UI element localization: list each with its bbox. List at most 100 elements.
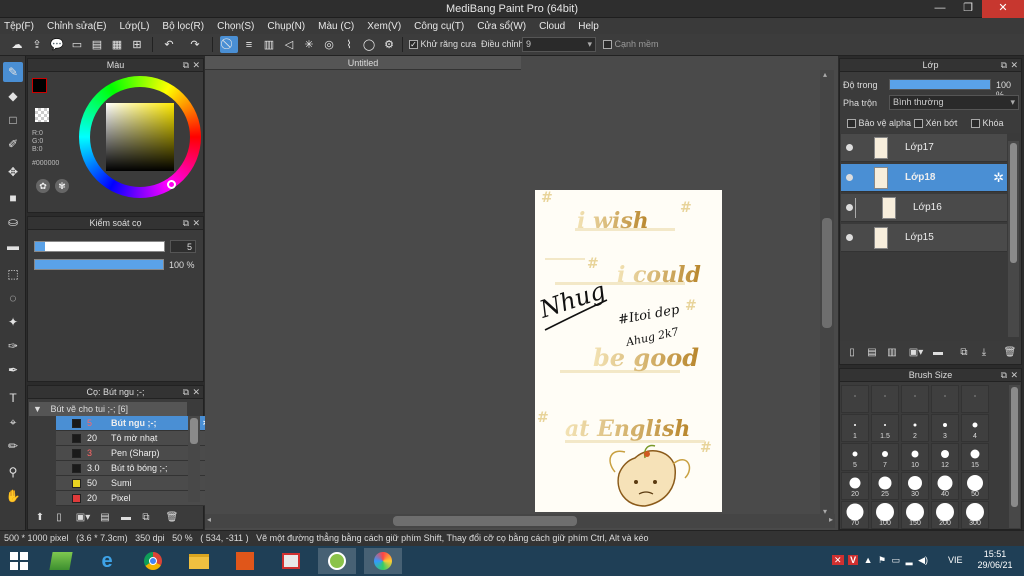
brush-size-cell[interactable]: 20 (841, 472, 869, 500)
brush-size-scrollbar[interactable] (1009, 385, 1020, 528)
canvas-vertical-scrollbar[interactable]: ▴ ▾ (820, 70, 834, 516)
close-panel-icon[interactable]: ✕ (1010, 369, 1018, 382)
brush-size-cell[interactable]: 2 (901, 414, 929, 442)
document-tab[interactable]: Untitled (205, 56, 521, 70)
tray-network-icon[interactable]: ▂ (906, 555, 913, 565)
close-panel-icon[interactable]: ✕ (1010, 59, 1018, 72)
snap-circle-icon[interactable]: ◎ (320, 36, 338, 53)
medibang-pro-icon[interactable] (364, 548, 402, 574)
file-explorer-icon[interactable] (180, 548, 218, 574)
magic-wand-tool-icon[interactable]: ✦ (3, 312, 23, 332)
add-brush-icon[interactable]: ⬆ (33, 511, 47, 525)
protect-alpha-checkbox[interactable] (847, 119, 856, 129)
tray-up-icon[interactable]: ▲ (864, 555, 873, 565)
merge-layer-icon[interactable]: ⤓ (977, 346, 991, 360)
brush-size-slider[interactable] (34, 241, 165, 252)
brush-size-value[interactable]: 5 (170, 240, 196, 253)
menu-cloud[interactable]: Cloud (539, 21, 565, 32)
brush-size-cell[interactable]: 300 (961, 501, 989, 529)
close-button[interactable]: ✕ (982, 0, 1024, 18)
brush-opacity-slider[interactable] (34, 259, 164, 270)
divide-tool-icon[interactable]: ⌖ (3, 412, 23, 432)
dot-tool-icon[interactable]: □ (3, 110, 23, 130)
brush-size-cell[interactable]: 150 (901, 501, 929, 529)
menu-snap[interactable]: Chụp(N) (267, 21, 305, 32)
bucket-tool-icon[interactable]: ⛀ (3, 212, 23, 232)
hue-handle[interactable] (167, 180, 176, 189)
office-icon[interactable] (226, 548, 264, 574)
gradient-tool-icon[interactable]: ▬ (3, 236, 23, 256)
brush-size-cell[interactable]: 200 (931, 501, 959, 529)
palette-icon[interactable]: ✿ (36, 179, 50, 193)
menu-help[interactable]: Help (578, 21, 599, 32)
rect-fill-tool-icon[interactable]: ■ (3, 188, 23, 208)
brush-size-cell[interactable]: 40 (931, 472, 959, 500)
snap-grid-icon[interactable]: ▥ (260, 36, 278, 53)
select-eraser-tool-icon[interactable]: ✒ (3, 360, 23, 380)
clock[interactable]: 15:51 29/06/21 (975, 549, 1015, 576)
pages-icon[interactable]: ▦ (108, 36, 126, 53)
brush-size-cell[interactable]: 1.5 (871, 414, 899, 442)
eyedropper-tool-icon[interactable]: ⚲ (3, 462, 23, 482)
duplicate-brush-icon[interactable]: ⧉ (139, 511, 153, 525)
minimize-button[interactable]: — (926, 0, 954, 18)
internet-explorer-icon[interactable]: e (88, 548, 126, 574)
brush-folder-icon[interactable]: ▬ (119, 511, 133, 525)
brush-menu-icon[interactable]: ▣▾ (72, 511, 94, 525)
drawing-canvas[interactable]: i wish i could be good at English # # # … (535, 190, 722, 512)
clipping-checkbox[interactable] (914, 119, 923, 129)
menu-select[interactable]: Chọn(S) (217, 21, 254, 32)
undo-icon[interactable]: ↶ (160, 36, 178, 53)
chrome-icon[interactable] (134, 548, 172, 574)
transparent-color-swatch[interactable] (35, 108, 49, 122)
brush-size-cell[interactable]: · (931, 385, 959, 413)
hue-wheel[interactable] (79, 76, 201, 198)
brush-size-cell[interactable]: 4 (961, 414, 989, 442)
undock-icon[interactable]: ⧉ (183, 59, 189, 72)
brush-size-cell[interactable]: · (901, 385, 929, 413)
delete-layer-icon[interactable]: 🗑 (1003, 346, 1017, 360)
canvas-area[interactable] (205, 56, 838, 530)
select-pen-tool-icon[interactable]: ✑ (3, 336, 23, 356)
brush-size-cell[interactable]: 50 (961, 472, 989, 500)
lock-checkbox[interactable] (971, 119, 980, 129)
menu-filter[interactable]: Bộ lọc(R) (162, 21, 204, 32)
layer-row[interactable]: Lớp16 (841, 194, 1007, 222)
snap-off-icon[interactable]: ⃠ (220, 36, 238, 53)
soft-edge-checkbox[interactable] (603, 40, 612, 50)
primary-color-swatch[interactable] (32, 78, 47, 93)
layer-row[interactable]: Lớp15 (841, 224, 1007, 252)
new-brush-icon[interactable]: ▯ (52, 511, 66, 525)
eraser-tool-icon[interactable]: ◆ (3, 86, 23, 106)
menu-file[interactable]: Tệp(F) (4, 21, 34, 32)
snap-ellipse-icon[interactable]: ◯ (360, 36, 378, 53)
brush-group-header[interactable]: ▼ Bút vẽ cho tui ;-; [6] (29, 402, 187, 416)
close-panel-icon[interactable]: ✕ (192, 217, 200, 230)
new-halftone-layer-icon[interactable]: ▤ (865, 346, 879, 360)
cloud-icon[interactable]: ☁ (8, 36, 26, 53)
snap-settings-icon[interactable]: ⚙ (380, 36, 398, 53)
brush-size-cell[interactable]: · (871, 385, 899, 413)
brush-size-cell[interactable]: 7 (871, 443, 899, 471)
correction-select[interactable]: 9 (522, 37, 596, 52)
menu-color[interactable]: Màu (C) (318, 21, 354, 32)
undock-icon[interactable]: ⧉ (1001, 369, 1007, 382)
menu-tools[interactable]: Công cụ(T) (414, 21, 464, 32)
brush-size-cell[interactable]: · (961, 385, 989, 413)
undock-icon[interactable]: ⧉ (183, 386, 189, 399)
undock-icon[interactable]: ⧉ (1001, 59, 1007, 72)
snap-radial-icon[interactable]: ✳ (300, 36, 318, 53)
brush-size-cell[interactable]: 100 (871, 501, 899, 529)
layer-opacity-slider[interactable] (889, 79, 991, 90)
new-8bit-layer-icon[interactable]: ▥ (885, 346, 899, 360)
brush-size-cell[interactable]: 15 (961, 443, 989, 471)
blur-tool-icon[interactable]: ✐ (3, 134, 23, 154)
medibang-icon[interactable] (318, 548, 356, 574)
collapse-icon[interactable]: ▼ (33, 404, 42, 414)
comment-icon[interactable]: 💬 (48, 36, 66, 53)
tray-volume-icon[interactable]: ◀) (918, 555, 928, 565)
brush-size-cell[interactable]: · (841, 385, 869, 413)
visibility-eye-icon[interactable] (846, 174, 853, 181)
undock-icon[interactable]: ⧉ (183, 217, 189, 230)
grid-icon[interactable]: ⊞ (128, 36, 146, 53)
